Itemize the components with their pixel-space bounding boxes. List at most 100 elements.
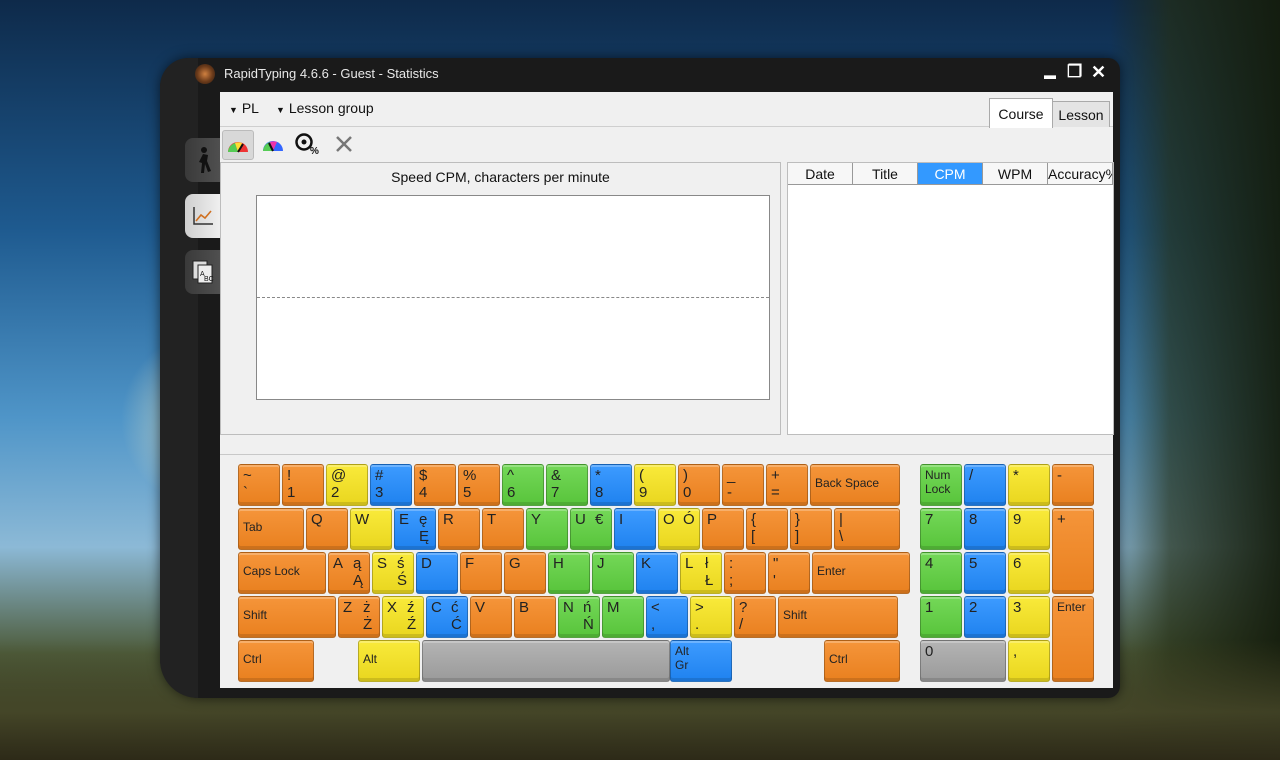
restore-button[interactable]: ❐ [1067, 63, 1082, 81]
key-label: Ctrl [243, 652, 262, 666]
sidebar-editor-button[interactable]: A BC [185, 250, 221, 294]
sidebar-statistics-button[interactable] [185, 194, 221, 238]
key-y[interactable]: Y [526, 508, 568, 550]
key-w[interactable]: W [350, 508, 392, 550]
key-symbol[interactable]: | \ [834, 508, 900, 550]
key-symbol[interactable]: <, [646, 596, 688, 638]
key-caps-lock[interactable]: Caps Lock [238, 552, 326, 594]
numpad-key-0[interactable]: 0 [920, 640, 1006, 682]
numpad-key-symbol[interactable]: + [1052, 508, 1094, 594]
key-symbol[interactable]: :; [724, 552, 766, 594]
key-z[interactable]: ZżŻ [338, 596, 380, 638]
key-shift[interactable]: Shift [238, 596, 336, 638]
key-m[interactable]: M [602, 596, 644, 638]
numpad-key-enter[interactable]: Enter [1052, 596, 1094, 682]
key-b[interactable]: B [514, 596, 556, 638]
key-label: 5 [969, 555, 978, 572]
numpad-key-5[interactable]: 5 [964, 552, 1006, 594]
key-symbol[interactable]: ! 1 [282, 464, 324, 506]
minimize-button[interactable]: ▬ [1044, 66, 1056, 84]
numpad-key-2[interactable]: 2 [964, 596, 1006, 638]
key-symbol[interactable]: & 7 [546, 464, 588, 506]
clear-stats-button[interactable] [329, 130, 359, 158]
key-t[interactable]: T [482, 508, 524, 550]
key-c[interactable]: CćĆ [426, 596, 468, 638]
key-i[interactable]: I [614, 508, 656, 550]
numpad-key-1[interactable]: 1 [920, 596, 962, 638]
key-h[interactable]: H [548, 552, 590, 594]
key-symbol[interactable]: " ' [768, 552, 810, 594]
key-l[interactable]: LłŁ [680, 552, 722, 594]
key-d[interactable]: D [416, 552, 458, 594]
key-ctrl[interactable]: Ctrl [238, 640, 314, 682]
column-date[interactable]: Date [788, 163, 853, 185]
lesson-group-dropdown[interactable]: ▼ Lesson group [276, 100, 374, 116]
key-label: V [475, 599, 486, 616]
numpad-key-num-lock[interactable]: Num Lock [920, 464, 962, 506]
numpad-key-symbol[interactable]: - [1052, 464, 1094, 506]
key-symbol[interactable]: }] [790, 508, 832, 550]
tab-course[interactable]: Course [989, 98, 1053, 128]
key-symbol[interactable]: $4 [414, 464, 456, 506]
column-title[interactable]: Title [853, 163, 918, 185]
key-p[interactable]: P [702, 508, 744, 550]
numpad-key-8[interactable]: 8 [964, 508, 1006, 550]
key-e[interactable]: EęĘ [394, 508, 436, 550]
key-symbol[interactable]: (9 [634, 464, 676, 506]
column-wpm[interactable]: WPM [983, 163, 1048, 185]
key-symbol[interactable]: ) 0 [678, 464, 720, 506]
key-symbol[interactable]: ^ 6 [502, 464, 544, 506]
key-shift[interactable]: Shift [778, 596, 898, 638]
numpad-key-7[interactable]: 7 [920, 508, 962, 550]
key-alt[interactable]: Alt [358, 640, 420, 682]
key-q[interactable]: Q [306, 508, 348, 550]
key-alt-gr[interactable]: Alt Gr [670, 640, 732, 682]
key-k[interactable]: K [636, 552, 678, 594]
key-back-space[interactable]: Back Space [810, 464, 900, 506]
key-symbol[interactable]: * 8 [590, 464, 632, 506]
tab-lesson[interactable]: Lesson [1052, 101, 1110, 127]
key-j[interactable]: J [592, 552, 634, 594]
numpad-key-symbol[interactable]: / [964, 464, 1006, 506]
numpad-key-symbol[interactable]: * [1008, 464, 1050, 506]
numpad-key-9[interactable]: 9 [1008, 508, 1050, 550]
key-symbol[interactable]: ? / [734, 596, 776, 638]
key-space[interactable] [422, 640, 670, 682]
key-a[interactable]: AąĄ [328, 552, 370, 594]
key-v[interactable]: V [470, 596, 512, 638]
column-cpm[interactable]: CPM [918, 163, 983, 185]
column-accuracy[interactable]: Accuracy% [1048, 163, 1113, 185]
numpad-key-6[interactable]: 6 [1008, 552, 1050, 594]
key-symbol[interactable]: + = [766, 464, 808, 506]
key-symbol[interactable]: {[ [746, 508, 788, 550]
close-button[interactable]: ✕ [1091, 63, 1106, 81]
key-s[interactable]: SśŚ [372, 552, 414, 594]
key-symbol[interactable]: ~ ` [238, 464, 280, 506]
key-symbol[interactable]: #3 [370, 464, 412, 506]
key-g[interactable]: G [504, 552, 546, 594]
key-symbol[interactable]: % 5 [458, 464, 500, 506]
key-u[interactable]: U € [570, 508, 612, 550]
accuracy-button[interactable]: % [293, 130, 323, 158]
key-symbol[interactable]: >. [690, 596, 732, 638]
speed-gauge-alt-button[interactable] [258, 130, 288, 158]
numpad-key-symbol[interactable]: , [1008, 640, 1050, 682]
key-label: 9 [639, 484, 648, 501]
speed-gauge-icon [228, 142, 248, 153]
key-symbol[interactable]: _ - [722, 464, 764, 506]
numpad-key-3[interactable]: 3 [1008, 596, 1050, 638]
key-label: C [431, 599, 442, 616]
key-f[interactable]: F [460, 552, 502, 594]
key-n[interactable]: NńŃ [558, 596, 600, 638]
language-dropdown[interactable]: ▼ PL [229, 100, 259, 116]
key-tab[interactable]: Tab [238, 508, 304, 550]
numpad-key-4[interactable]: 4 [920, 552, 962, 594]
key-enter[interactable]: Enter [812, 552, 910, 594]
key-o[interactable]: OÓ [658, 508, 700, 550]
speed-gauge-button[interactable] [222, 130, 254, 160]
key-ctrl[interactable]: Ctrl [824, 640, 900, 682]
sidebar-lessons-button[interactable] [185, 138, 221, 182]
key-x[interactable]: XźŹ [382, 596, 424, 638]
key-r[interactable]: R [438, 508, 480, 550]
key-symbol[interactable]: @2 [326, 464, 368, 506]
